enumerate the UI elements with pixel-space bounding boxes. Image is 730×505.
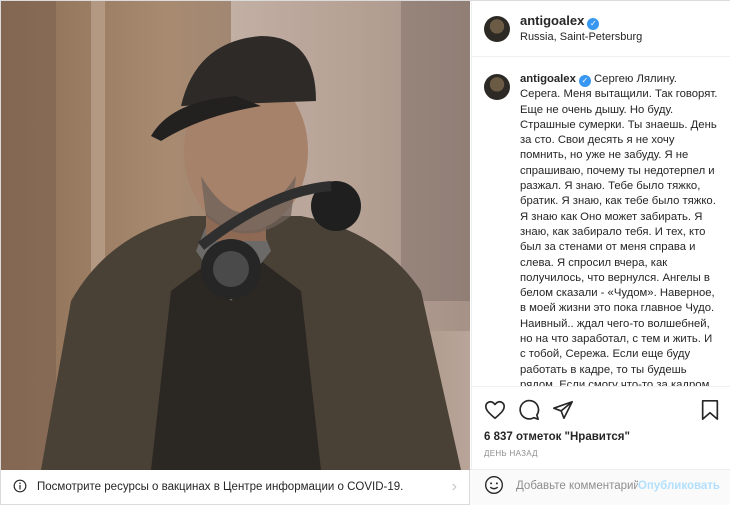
post-sidebar: antigoalex ✓ Russia, Saint-Petersburg ant…: [471, 1, 730, 494]
author-avatar[interactable]: [484, 15, 510, 42]
post-actions: 6 837 отметок "Нравится" ДЕНЬ НАЗАД: [472, 386, 730, 458]
share-icon[interactable]: [552, 399, 574, 421]
verified-badge-icon: ✓: [587, 17, 600, 30]
caption-area: antigoalex ✓ Сергею Лялину. Серега. Меня …: [472, 58, 730, 386]
covid-banner[interactable]: Посмотрите ресурсы о вакцинах в Центре и…: [0, 470, 470, 505]
info-icon: [13, 479, 27, 496]
likes-count[interactable]: 6 837 отметок "Нравится": [484, 431, 720, 443]
post-photo-image: [1, 1, 470, 470]
author-username[interactable]: antigoalex: [520, 13, 584, 28]
post-location[interactable]: Russia, Saint-Petersburg: [520, 30, 642, 45]
publish-button[interactable]: Опубликовать: [638, 480, 720, 492]
comment-box: Добавьте комментарий... Опубликовать: [472, 469, 730, 502]
caption-avatar[interactable]: [484, 74, 510, 100]
caption-text: Сергею Лялину. Серега. Меня вытащили. Та…: [520, 73, 718, 386]
covid-banner-text[interactable]: Посмотрите ресурсы о вакцинах в Центре и…: [37, 481, 452, 493]
post-container: antigoalex ✓ Russia, Saint-Petersburg ant…: [0, 0, 730, 494]
chevron-right-icon[interactable]: ›: [452, 478, 457, 496]
header-text: antigoalex ✓ Russia, Saint-Petersburg: [520, 13, 642, 45]
bookmark-icon[interactable]: [700, 399, 720, 421]
post-timestamp[interactable]: ДЕНЬ НАЗАД: [484, 449, 720, 458]
emoji-icon[interactable]: [484, 475, 504, 498]
verified-badge-icon: ✓: [578, 75, 591, 87]
action-icons: [484, 397, 720, 423]
comment-icon[interactable]: [518, 399, 540, 421]
post-header: antigoalex ✓ Russia, Saint-Petersburg: [472, 1, 730, 57]
caption-username[interactable]: antigoalex: [520, 73, 576, 85]
post-photo[interactable]: [1, 1, 470, 470]
caption: antigoalex ✓ Сергею Лялину. Серега. Меня …: [520, 72, 718, 386]
comment-input[interactable]: Добавьте комментарий...: [516, 480, 638, 492]
heart-icon[interactable]: [484, 399, 506, 421]
